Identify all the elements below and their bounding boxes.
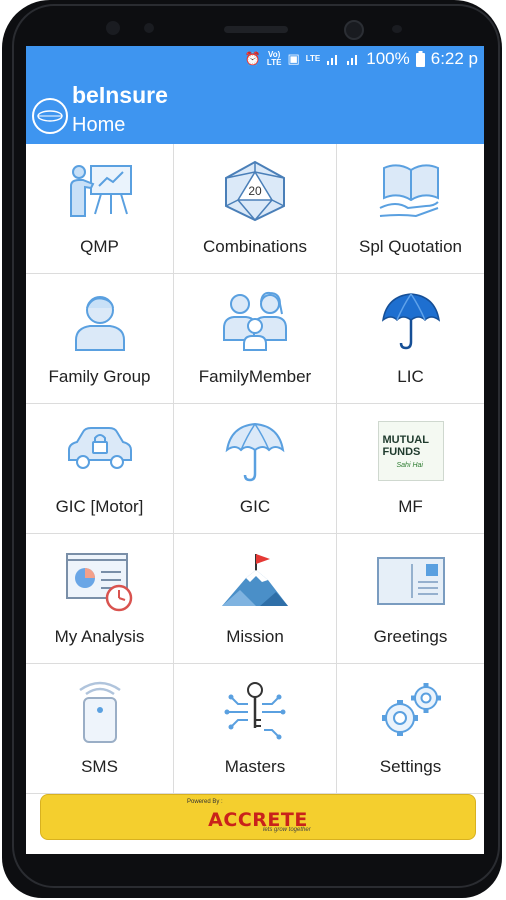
tile-label: QMP (80, 237, 119, 256)
phone-signal-icon (63, 678, 137, 744)
signal-icon (327, 55, 338, 65)
tile-label: GIC [Motor] (55, 497, 144, 516)
tile-label: Greetings (373, 627, 448, 646)
key-circuit-icon (218, 678, 292, 744)
volte-indicator: Vo) LTE (266, 50, 282, 67)
mountain-flag-icon (218, 548, 292, 614)
presentation-icon (63, 158, 137, 224)
tile-mf[interactable]: MUTUAL FUNDS Sahi Hai MF (337, 404, 484, 534)
sensor-icon (106, 21, 120, 35)
d20-dice-icon: 20 (218, 158, 292, 224)
tile-greetings[interactable]: Greetings (337, 534, 484, 664)
alarm-icon: ⏰ (244, 51, 261, 66)
open-book-hand-icon (374, 158, 448, 224)
powered-by-label: Powered By : (187, 799, 223, 805)
page-title: Home (72, 114, 126, 136)
tile-sms[interactable]: SMS (26, 664, 174, 794)
tile-label: Masters (224, 757, 286, 776)
mutual-funds-icon: MUTUAL FUNDS Sahi Hai (374, 418, 448, 484)
brand-tagline: lets grow together (263, 827, 311, 833)
family-icon (218, 288, 292, 354)
tile-masters[interactable]: Masters (174, 664, 337, 794)
app-title: beInsure (72, 82, 168, 108)
tile-my-analysis[interactable]: My Analysis (26, 534, 174, 664)
tile-label: FamilyMember (198, 367, 312, 386)
postcard-icon (374, 548, 448, 614)
tile-family-group[interactable]: Family Group (26, 274, 174, 404)
user-icon (63, 288, 137, 354)
tile-label: Mission (226, 627, 284, 646)
tile-label: My Analysis (54, 627, 145, 646)
status-bar: ⏰ Vo) LTE ▣ LTE 100% 6:22 p (26, 46, 484, 72)
tile-spl-quotation[interactable]: Spl Quotation (337, 144, 484, 274)
d20-number: 20 (248, 184, 262, 198)
tile-lic[interactable]: LIC (337, 274, 484, 404)
tile-family-member[interactable]: FamilyMember (174, 274, 337, 404)
front-camera-icon (344, 20, 364, 40)
umbrella-icon (218, 418, 292, 484)
powered-by-banner[interactable]: Powered By : ACCRETE lets grow together (40, 794, 476, 840)
sensor-icon (144, 23, 154, 33)
battery-percent: 100% (366, 49, 410, 68)
tile-gic[interactable]: GIC (174, 404, 337, 534)
app-bar: beInsure Home (26, 72, 484, 144)
sensor-icon (392, 25, 402, 33)
battery-icon (415, 51, 425, 67)
mutual-funds-text: MUTUAL FUNDS (382, 434, 429, 458)
tile-mission[interactable]: Mission (174, 534, 337, 664)
speaker-grille (224, 26, 288, 33)
menu-grid: QMP 20 Combinations Spl Quotation Family… (26, 144, 484, 794)
tile-settings[interactable]: Settings (337, 664, 484, 794)
clock-time: 6:22 p (430, 49, 478, 68)
tile-qmp[interactable]: QMP (26, 144, 174, 274)
lte-indicator: LTE (305, 54, 321, 63)
signal-icon (347, 55, 358, 65)
analysis-clock-icon (63, 548, 137, 614)
tile-label: SMS (81, 757, 118, 776)
tile-label: Combinations (203, 237, 307, 256)
app-screen: ⏰ Vo) LTE ▣ LTE 100% 6:22 p beInsure Hom… (26, 46, 484, 854)
tile-label: MF (398, 497, 423, 516)
sahi-hai-text: Sahi Hai (396, 462, 423, 469)
tile-combinations[interactable]: 20 Combinations (174, 144, 337, 274)
car-lock-icon (63, 418, 137, 484)
umbrella-filled-icon (374, 288, 448, 354)
phone-frame: ⏰ Vo) LTE ▣ LTE 100% 6:22 p beInsure Hom… (2, 0, 502, 898)
gears-icon (374, 678, 448, 744)
tile-label: Spl Quotation (358, 237, 462, 256)
tile-label: GIC (239, 497, 271, 516)
tile-label: Family Group (48, 367, 151, 386)
tile-label: Settings (379, 757, 442, 776)
data-icon: ▣ (287, 51, 300, 66)
app-logo-icon (32, 98, 68, 134)
tile-gic-motor[interactable]: GIC [Motor] (26, 404, 174, 534)
tile-label: LIC (397, 367, 424, 386)
